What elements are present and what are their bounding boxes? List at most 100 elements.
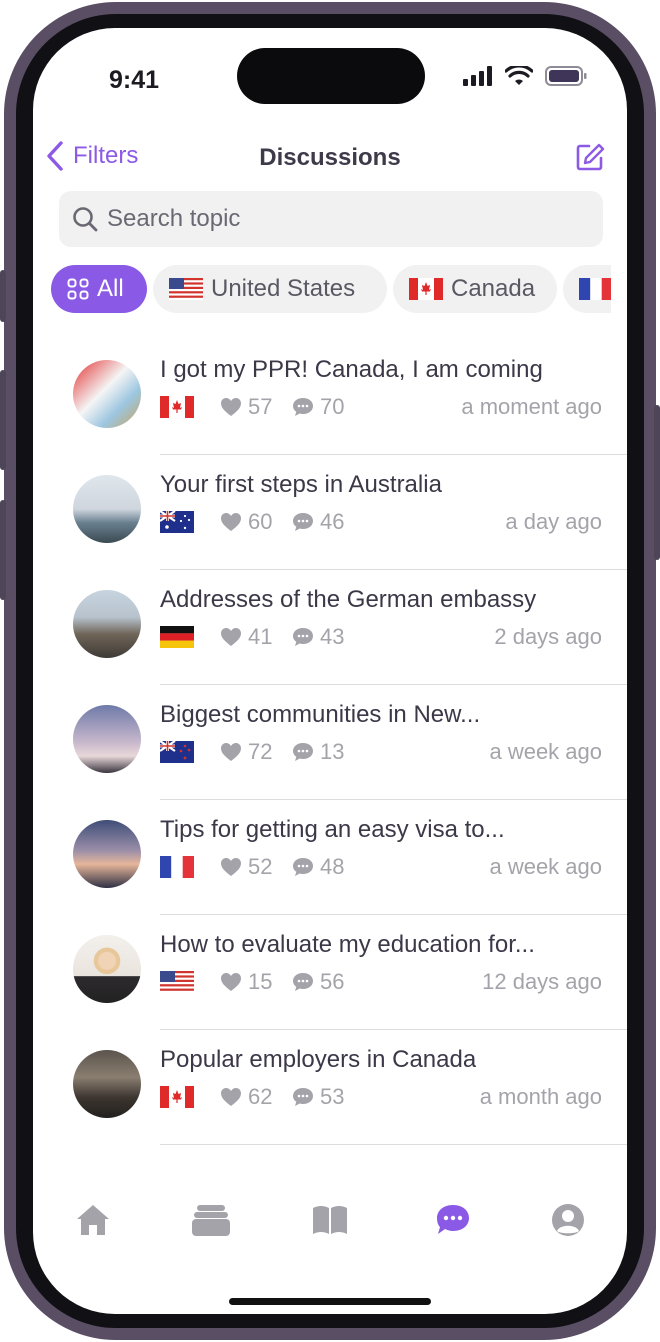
chip-united-states[interactable]: United States [153,265,387,313]
likes[interactable]: 57 [220,394,292,420]
canada-flag-icon [409,278,443,300]
heart-icon [221,743,241,761]
timestamp: a day ago [505,509,602,534]
discussion-title: How to evaluate my education for... [160,931,535,958]
likes-count: 57 [248,394,273,419]
timestamp: a week ago [489,854,602,879]
discussion-meta: 62 53 a month ago [160,1084,602,1110]
discussion-title: I got my PPR! Canada, I am coming [160,356,543,383]
timestamp: 2 days ago [494,624,602,649]
comments[interactable]: 43 [292,624,364,650]
chip-label: All [97,275,124,302]
discussion-row[interactable]: Popular employers in Canada 62 53 a month a… [33,1030,627,1145]
likes[interactable]: 15 [220,969,292,995]
chip-all[interactable]: All [51,265,147,313]
us-flag-icon [169,278,203,300]
search-input[interactable] [107,205,547,233]
discussion-meta: 72 13 a week ago [160,739,602,765]
home-indicator [229,1298,431,1305]
discussions-icon [437,1205,469,1234]
eiffel-tower-photo [73,820,141,888]
likes[interactable]: 72 [220,739,292,765]
timestamp: a month ago [479,1084,602,1109]
comments[interactable]: 48 [292,854,364,880]
likes-count: 52 [248,854,273,879]
likes[interactable]: 41 [220,624,292,650]
comment-icon [293,1088,313,1106]
comment-icon [293,628,313,646]
new-zealand-flag-icon [160,741,194,763]
tab-guides[interactable] [310,1200,350,1240]
likes[interactable]: 60 [220,509,292,535]
discussion-row[interactable]: Your first steps in Australia 60 46 a day a… [33,455,627,570]
heart-icon [221,398,241,416]
likes[interactable]: 52 [220,854,292,880]
comments[interactable]: 46 [292,509,364,535]
search-icon [73,207,98,232]
sky-tower-photo [73,705,141,773]
office-people-photo [73,1050,141,1118]
canada-flag-icon [160,396,194,418]
discussion-row[interactable]: Biggest communities in New... 72 13 a week … [33,685,627,800]
comments-count: 43 [320,624,345,649]
screen: 9:41 Filters Discussions Search topic Al… [33,28,627,1314]
heart-icon [221,973,241,991]
tab-home[interactable] [73,1200,113,1240]
timestamp: a week ago [489,739,602,764]
chip-france[interactable] [563,265,611,313]
discussion-meta: 41 43 2 days ago [160,624,602,650]
country-filter-chips: All United States Canada [51,265,611,313]
chip-canada[interactable]: Canada [393,265,557,313]
grid-icon [67,278,89,300]
comments-count: 70 [320,394,345,419]
comment-icon [293,743,313,761]
canada-flag-photo [73,360,141,428]
search-bar[interactable] [59,191,603,247]
tab-profile[interactable] [548,1200,588,1240]
status-icons [463,66,587,86]
profile-icon [552,1204,584,1236]
discussion-meta: 57 70 a moment ago [160,394,602,420]
france-flag-icon [160,856,194,878]
page-title: Discussions [259,144,401,171]
comment-icon [293,858,313,876]
likes[interactable]: 62 [220,1084,292,1110]
discussion-row[interactable]: Addresses of the German embassy 41 43 2 day… [33,570,627,685]
timestamp: 12 days ago [482,969,602,994]
timestamp: a moment ago [461,394,602,419]
tab-bar [33,1200,627,1240]
discussion-row[interactable]: I got my PPR! Canada, I am coming 57 70 a m… [33,340,627,455]
australia-flag-icon [160,511,194,533]
comment-icon [293,973,313,991]
compose-button[interactable] [575,142,605,177]
comments[interactable]: 70 [292,394,364,420]
battery-icon [545,66,587,86]
comments[interactable]: 56 [292,969,364,995]
nav-bar: Filters Discussions [33,136,627,180]
discussion-title: Biggest communities in New... [160,701,481,728]
discussion-meta: 52 48 a week ago [160,854,602,880]
likes-count: 41 [248,624,273,649]
comments-count: 48 [320,854,345,879]
chip-label: Canada [451,275,536,302]
comment-icon [293,398,313,416]
discussion-meta: 15 56 12 days ago [160,969,602,995]
guides-icon [313,1206,347,1234]
discussion-row[interactable]: Tips for getting an easy visa to... 52 48 a… [33,800,627,915]
tab-jobs[interactable] [191,1200,231,1240]
likes-count: 62 [248,1084,273,1109]
wifi-icon [505,66,533,85]
discussion-title: Your first steps in Australia [160,471,442,498]
heart-icon [221,513,241,531]
likes-count: 15 [248,969,273,994]
heart-icon [221,858,241,876]
likes-count: 60 [248,509,273,534]
discussion-row[interactable]: How to evaluate my education for... 15 56 1… [33,915,627,1030]
chip-label: United States [211,275,356,302]
likes-count: 72 [248,739,273,764]
comments-count: 13 [320,739,345,764]
comments[interactable]: 53 [292,1084,364,1110]
comments[interactable]: 13 [292,739,364,765]
divider [160,1144,627,1145]
tab-discussions[interactable] [433,1200,473,1240]
